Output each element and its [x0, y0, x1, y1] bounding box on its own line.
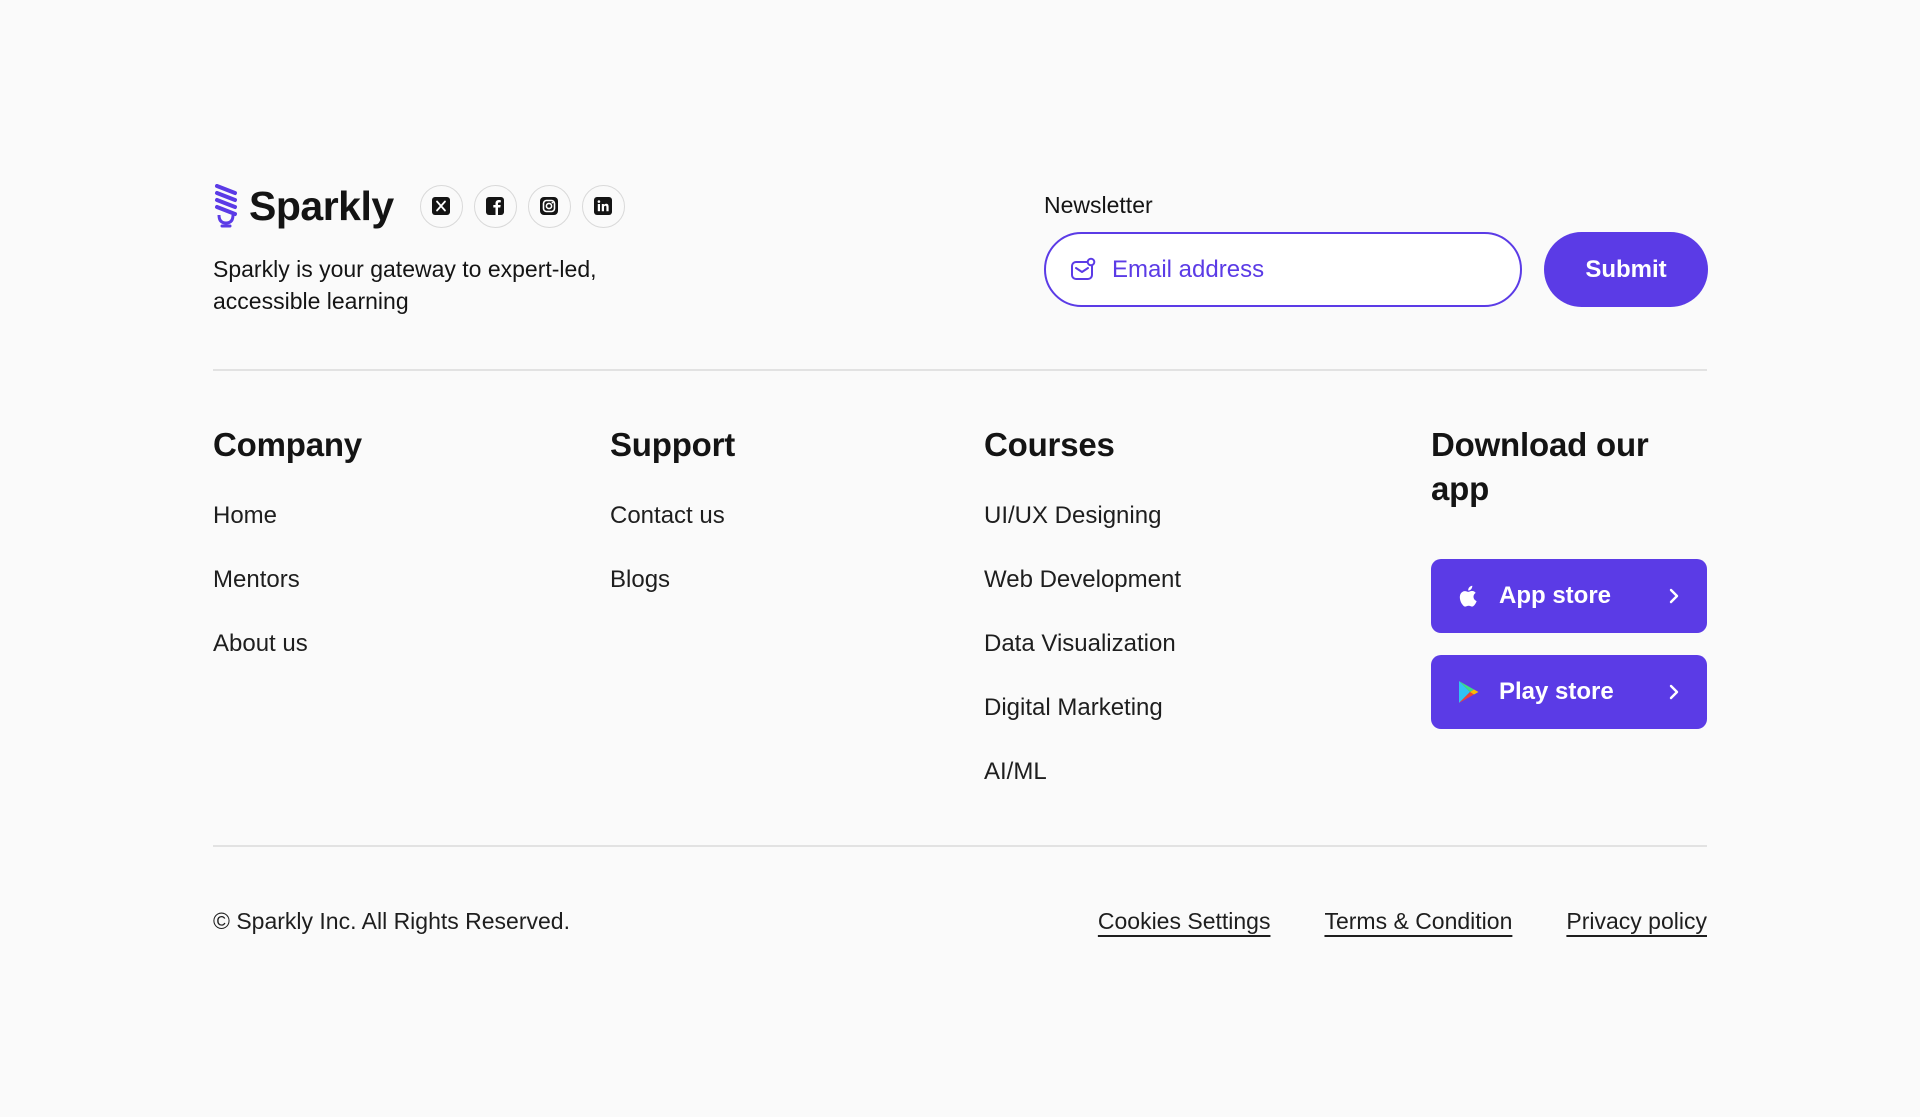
- google-play-icon: [1459, 681, 1479, 703]
- legal-links: Cookies Settings Terms & Condition Priva…: [1098, 906, 1707, 936]
- social-links: [419, 184, 625, 228]
- email-input[interactable]: [1112, 255, 1492, 284]
- courses-heading: Courses: [984, 426, 1115, 463]
- privacy-policy-link[interactable]: Privacy policy: [1566, 906, 1707, 936]
- copyright-text: © Sparkly Inc. All Rights Reserved.: [213, 908, 570, 934]
- footer-link-mentors[interactable]: Mentors: [213, 565, 362, 595]
- footer-link-home[interactable]: Home: [213, 501, 362, 531]
- download-app-column: Download our app App store Play store: [1431, 423, 1707, 729]
- newsletter-label: Newsletter: [1044, 192, 1153, 218]
- social-facebook-button[interactable]: [473, 184, 517, 228]
- top-divider: [213, 369, 1707, 371]
- chevron-right-icon: [1669, 684, 1679, 700]
- bottom-divider: [213, 845, 1707, 847]
- newsletter: Newsletter Submit: [1044, 190, 1708, 307]
- facebook-icon: [486, 197, 505, 215]
- linkedin-icon: [594, 197, 613, 215]
- play-store-button[interactable]: Play store: [1431, 655, 1707, 729]
- x-twitter-icon: [432, 197, 451, 215]
- submit-button[interactable]: Submit: [1544, 232, 1708, 307]
- newsletter-form: Submit: [1044, 232, 1708, 307]
- site-footer: Sparkly Sparkly is your gateway to exper…: [213, 0, 1708, 1117]
- download-app-heading: Download our app: [1431, 426, 1649, 507]
- chevron-right-icon: [1669, 588, 1679, 604]
- mail-icon: [1071, 257, 1096, 280]
- email-field[interactable]: [1044, 232, 1522, 307]
- app-store-button[interactable]: App store: [1431, 559, 1707, 633]
- apple-icon: [1459, 585, 1477, 607]
- brand-name[interactable]: Sparkly: [249, 184, 394, 228]
- terms-condition-link[interactable]: Terms & Condition: [1324, 906, 1512, 936]
- footer-link-web-development[interactable]: Web Development: [984, 565, 1181, 595]
- footer-link-blogs[interactable]: Blogs: [610, 565, 735, 595]
- brand-row: Sparkly: [213, 184, 625, 228]
- support-column: Support Contact us Blogs: [610, 423, 735, 629]
- footer-link-data-visualization[interactable]: Data Visualization: [984, 629, 1181, 659]
- footer-link-ui-ux[interactable]: UI/UX Designing: [984, 501, 1181, 531]
- company-heading: Company: [213, 426, 362, 463]
- footer-link-contact-us[interactable]: Contact us: [610, 501, 735, 531]
- company-column: Company Home Mentors About us: [213, 423, 362, 693]
- cookies-settings-link[interactable]: Cookies Settings: [1098, 906, 1271, 936]
- courses-column: Courses UI/UX Designing Web Development …: [984, 423, 1181, 821]
- play-store-label: Play store: [1499, 678, 1614, 705]
- sparkly-logo-icon: [215, 184, 237, 228]
- footer-link-ai-ml[interactable]: AI/ML: [984, 757, 1181, 787]
- brand-tagline: Sparkly is your gateway to expert-led, a…: [213, 256, 597, 314]
- instagram-icon: [540, 197, 559, 215]
- social-instagram-button[interactable]: [527, 184, 571, 228]
- app-store-label: App store: [1499, 582, 1612, 609]
- support-heading: Support: [610, 426, 736, 463]
- social-linkedin-button[interactable]: [581, 184, 625, 228]
- social-x-button[interactable]: [419, 184, 463, 228]
- footer-link-about-us[interactable]: About us: [213, 629, 362, 659]
- footer-link-digital-marketing[interactable]: Digital Marketing: [984, 693, 1181, 723]
